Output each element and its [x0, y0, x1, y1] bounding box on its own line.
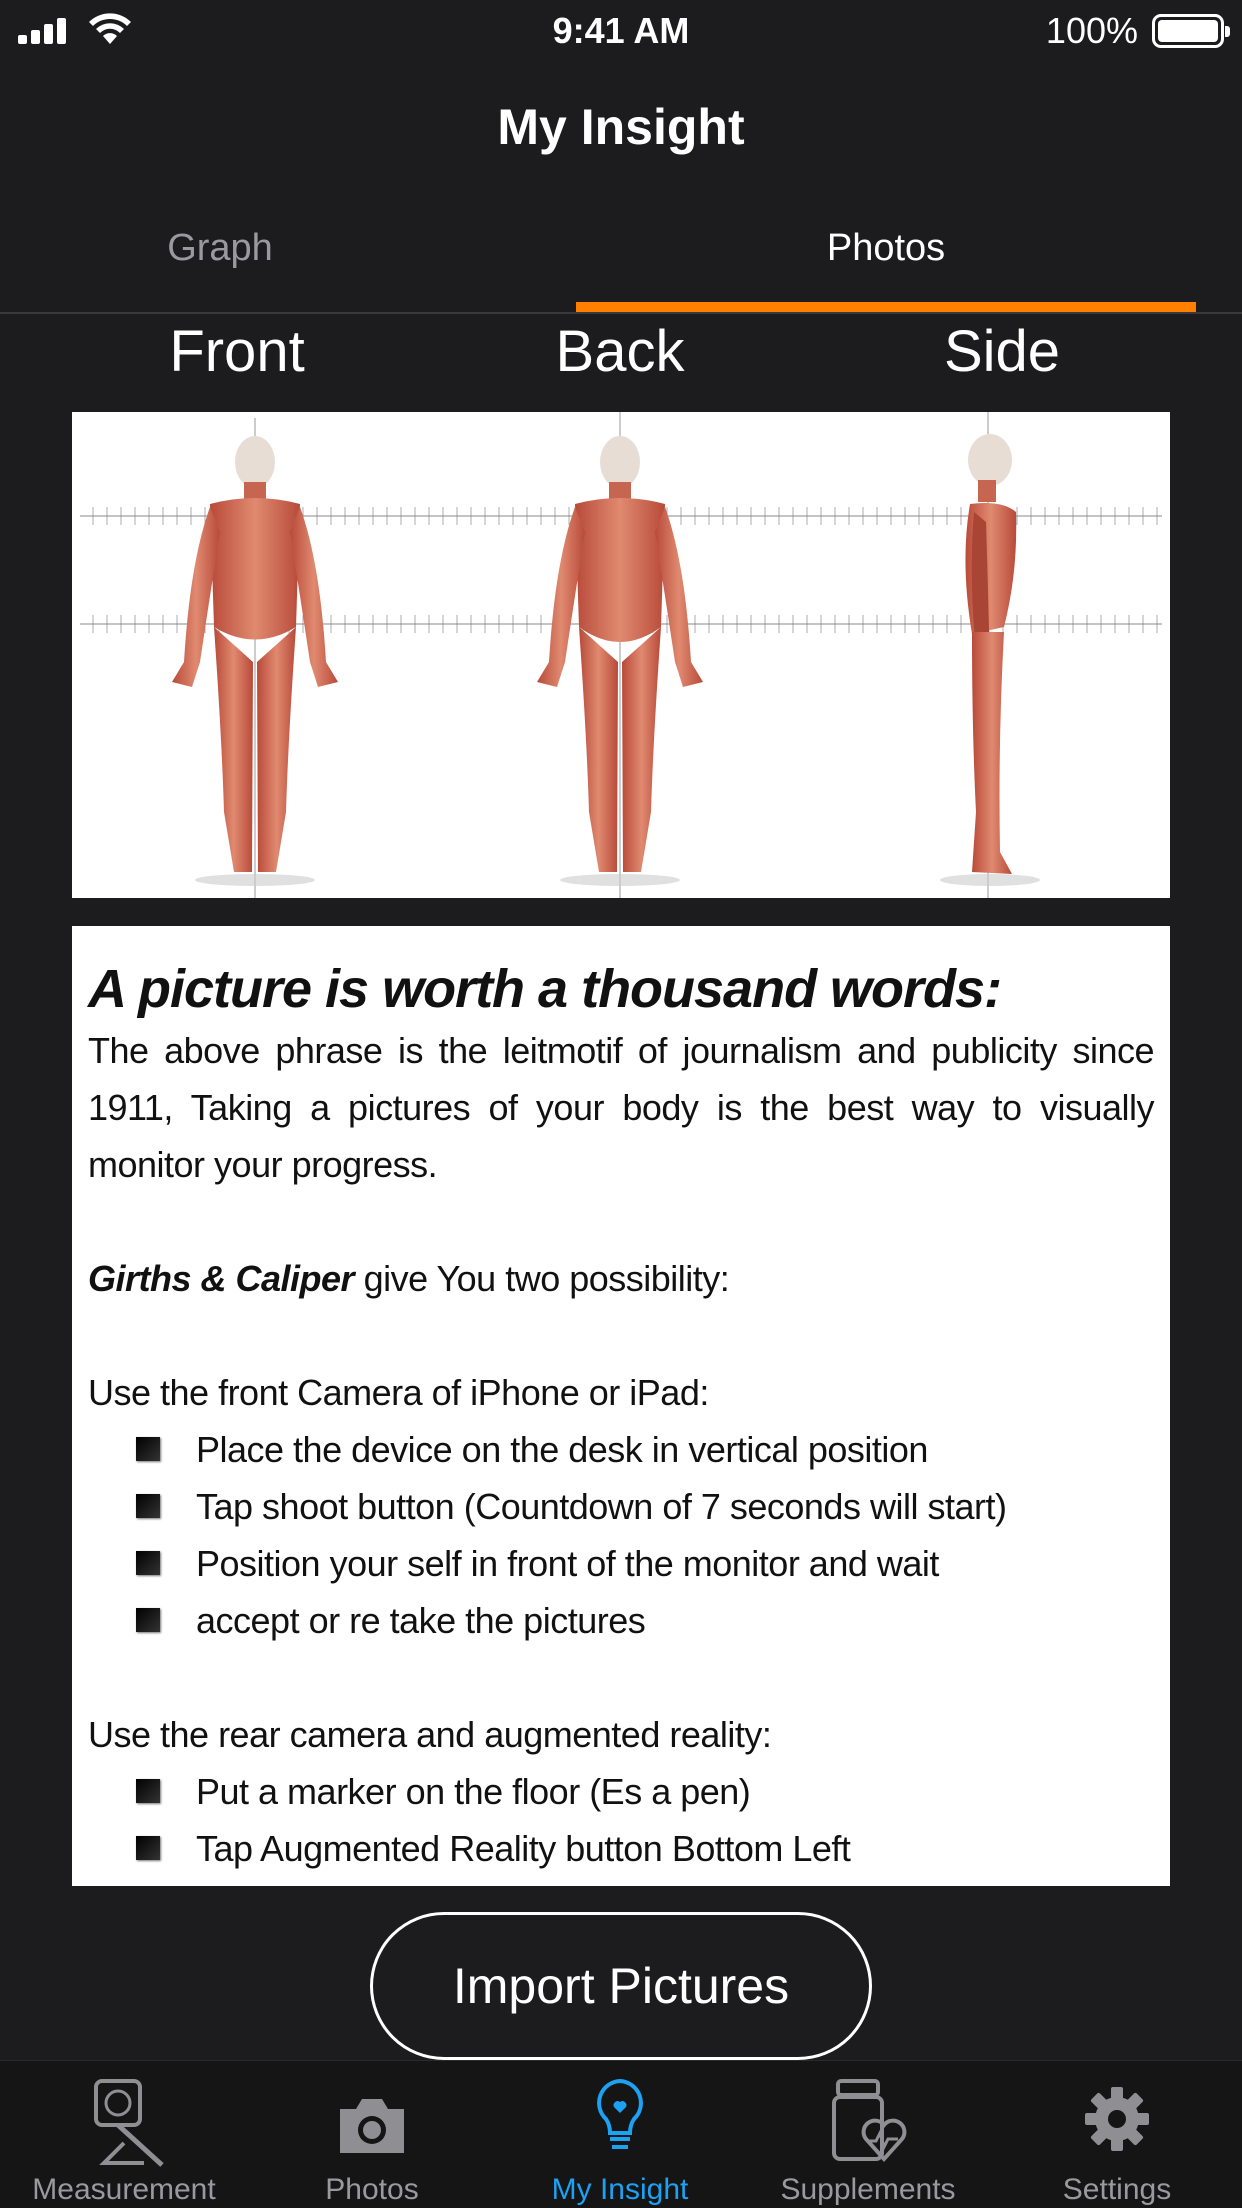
tabbar-item-settings[interactable]: Settings: [992, 2061, 1242, 2208]
battery-percent: 100%: [1045, 10, 1138, 51]
tabbar-label: Measurement: [32, 2173, 216, 2206]
front-camera-heading: Use the front Camera of iPhone or iPad:: [88, 1372, 709, 1413]
tabbar-label: Photos: [325, 2173, 419, 2206]
list-item: Tap shoot button (Countdown of 7 seconds…: [88, 1478, 1154, 1535]
rear-camera-heading: Use the rear camera and augmented realit…: [88, 1714, 772, 1755]
list-item: Tap Augmented Reality button Bottom Left: [88, 1820, 1154, 1877]
import-pictures-button[interactable]: Import Pictures: [370, 1912, 872, 2060]
lightbulb-icon: [597, 2078, 643, 2149]
brand-suffix: give You two possibility:: [354, 1258, 730, 1299]
info-brand-line: Girths & Caliper give You two possibilit…: [88, 1250, 1154, 1307]
front-label: Front: [169, 319, 305, 384]
tab-photos[interactable]: Photos: [576, 222, 1196, 314]
view-labels: Front Back Side: [0, 318, 1242, 388]
tabbar-label: Supplements: [780, 2173, 956, 2206]
tape-measure-icon: [94, 2079, 164, 2167]
body-photos-panel[interactable]: [72, 412, 1170, 898]
tabbar-item-photos[interactable]: Photos: [248, 2061, 496, 2208]
side-label: Side: [943, 319, 1061, 384]
list-item: accept or re take the pictures: [88, 1592, 1154, 1649]
tab-graph[interactable]: Graph: [0, 222, 440, 314]
supplements-heart-icon: [832, 2079, 907, 2162]
bottom-tab-bar: Measurement Photos My Insight Supplement…: [0, 2060, 1242, 2208]
camera-icon: [340, 2099, 404, 2153]
tabbar-label: My Insight: [551, 2173, 689, 2206]
info-intro: The above phrase is the leitmotif of jou…: [88, 1030, 1155, 1185]
tabbar-item-my-insight[interactable]: My Insight: [496, 2061, 744, 2208]
page-title: My Insight: [497, 99, 745, 155]
list-item: Put a marker on the floor (Es a pen): [88, 1763, 1154, 1820]
side-figure: [940, 434, 1040, 886]
gear-icon: [1085, 2087, 1149, 2151]
battery-icon: [1152, 14, 1230, 48]
tab-selected-indicator: [576, 302, 1196, 312]
segment-tabs: Graph Photos: [0, 222, 1242, 314]
back-label: Back: [555, 319, 685, 384]
anatomy-illustration: [80, 412, 1162, 898]
tabbar-item-measurement[interactable]: Measurement: [0, 2061, 248, 2208]
list-item: Position your self in front of the monit…: [88, 1535, 1154, 1592]
tabbar-label: Settings: [1062, 2173, 1172, 2206]
brand-name: Girths & Caliper: [88, 1258, 355, 1299]
info-title: A picture is worth a thousand words:: [88, 959, 1002, 1019]
info-card: A picture is worth a thousand words: The…: [72, 926, 1170, 1886]
tabbar-item-supplements[interactable]: Supplements: [744, 2061, 992, 2208]
list-item: Place the device on the desk in vertical…: [88, 1421, 1154, 1478]
status-bar: 9:41 AM 100%: [0, 0, 1242, 62]
